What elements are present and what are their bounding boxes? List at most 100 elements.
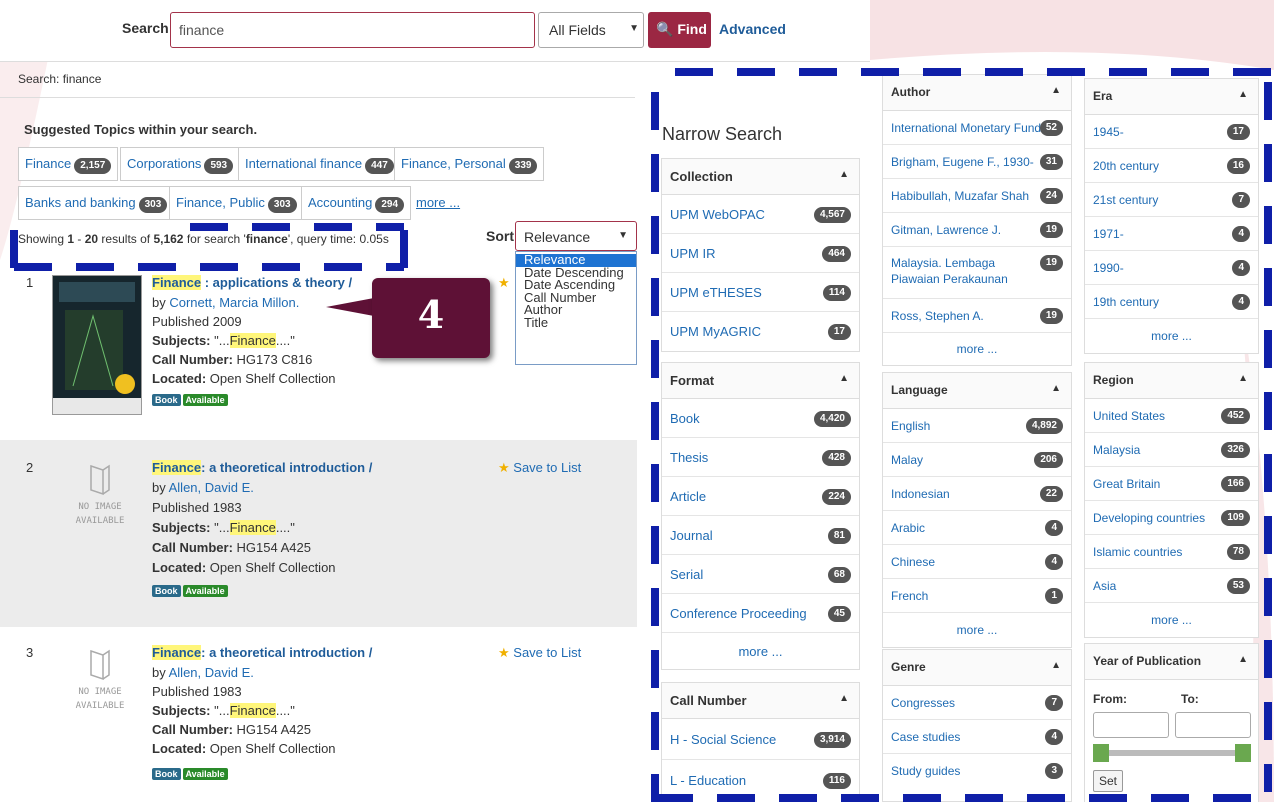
subjects-label: Subjects:	[152, 333, 211, 348]
facet-item[interactable]: 1990- 4	[1085, 251, 1258, 285]
result-title-link[interactable]: Finance : applications & theory /	[152, 275, 352, 290]
topic-chip[interactable]: Corporations 593	[120, 147, 241, 181]
result-title-link[interactable]: Finance: a theoretical introduction /	[152, 460, 372, 475]
facet-header[interactable]: Collection ▲	[662, 159, 859, 195]
facet-item[interactable]: Asia 53	[1085, 569, 1258, 603]
facet-item[interactable]: UPM eTHESES 114	[662, 273, 859, 312]
year-range-max-handle[interactable]	[1235, 744, 1251, 762]
facet-item[interactable]: 1945- 17	[1085, 115, 1258, 149]
facet-item[interactable]: Article 224	[662, 477, 859, 516]
year-to-input[interactable]	[1175, 712, 1251, 738]
author-link[interactable]: Cornett, Marcia Millon.	[169, 295, 299, 310]
sort-option[interactable]: Title	[516, 316, 636, 330]
facet-item[interactable]: 19th century 4	[1085, 285, 1258, 319]
facet-item[interactable]: 20th century 16	[1085, 149, 1258, 183]
facet-count: 428	[822, 450, 851, 466]
sort-select[interactable]: Relevance ▼	[515, 221, 637, 251]
facet-header[interactable]: Format ▲	[662, 363, 859, 399]
facet-header[interactable]: Language ▲	[883, 373, 1071, 409]
summary-query: finance	[245, 232, 288, 246]
facet-more-link[interactable]: more ...	[1085, 603, 1258, 637]
facet-item[interactable]: Case studies 4	[883, 720, 1071, 754]
facet-item[interactable]: Malaysia. Lembaga Piawaian Perakaunan 19	[883, 247, 1071, 299]
facet-item[interactable]: Study guides 3	[883, 754, 1071, 788]
facet-item[interactable]: Ross, Stephen A. 19	[883, 299, 1071, 333]
facet-count: 3,914	[813, 732, 851, 748]
set-year-button[interactable]: Set	[1093, 770, 1124, 792]
facet-count: 166	[1221, 476, 1250, 492]
facet-item[interactable]: UPM MyAGRIC 17	[662, 312, 859, 351]
topic-chip[interactable]: Banks and banking 303	[18, 186, 175, 220]
facet-more-link[interactable]: more ...	[883, 333, 1071, 365]
year-range-min-handle[interactable]	[1093, 744, 1109, 762]
facet-item[interactable]: Great Britain 166	[1085, 467, 1258, 501]
facet-item[interactable]: English 4,892	[883, 409, 1071, 443]
facet-item[interactable]: UPM IR 464	[662, 234, 859, 273]
year-from-input[interactable]	[1093, 712, 1169, 738]
save-to-list-button[interactable]: ★ Save to List	[498, 460, 581, 476]
facet-item[interactable]: Malaysia 326	[1085, 433, 1258, 467]
facet-item[interactable]: Thesis 428	[662, 438, 859, 477]
facet-item[interactable]: Chinese 4	[883, 545, 1071, 579]
subj-text: ...."	[275, 520, 295, 535]
facet-label: UPM MyAGRIC	[670, 324, 761, 339]
facet-item[interactable]: Habibullah, Muzafar Shah 24	[883, 179, 1071, 213]
advanced-search-link[interactable]: Advanced	[719, 21, 786, 37]
facet-header[interactable]: Era ▲	[1085, 79, 1258, 115]
topic-count: 294	[375, 197, 405, 213]
facet-item[interactable]: UPM WebOPAC 4,567	[662, 195, 859, 234]
facet-item[interactable]: Malay 206	[883, 443, 1071, 477]
facet-year: Year of Publication ▲ From: To: Set	[1084, 643, 1259, 802]
facet-item[interactable]: Journal 81	[662, 516, 859, 555]
topic-chip[interactable]: Accounting 294	[301, 186, 412, 220]
facet-label: 19th century	[1093, 295, 1160, 309]
facet-header[interactable]: Genre ▲	[883, 650, 1071, 686]
result-author: by Allen, David E.	[152, 480, 254, 495]
facet-item[interactable]: United States 452	[1085, 399, 1258, 433]
book-cover-image[interactable]	[52, 275, 142, 415]
facet-item[interactable]: H - Social Science 3,914	[662, 719, 859, 760]
find-button[interactable]: 🔍 Find	[648, 12, 711, 48]
facet-more-link[interactable]: more ...	[662, 633, 859, 669]
author-link[interactable]: Allen, David E.	[169, 480, 254, 495]
result-author: by Allen, David E.	[152, 665, 254, 680]
search-input[interactable]	[170, 12, 535, 48]
facet-title: Format	[670, 373, 715, 388]
facet-more-link[interactable]: more ...	[883, 613, 1071, 647]
star-icon[interactable]: ★	[498, 275, 510, 291]
summary-text: results of	[98, 232, 154, 246]
topic-chip[interactable]: Finance, Public 303	[169, 186, 304, 220]
facet-item[interactable]: Congresses 7	[883, 686, 1071, 720]
facet-item[interactable]: Indonesian 22	[883, 477, 1071, 511]
facet-header[interactable]: Call Number ▲	[662, 683, 859, 719]
facet-item[interactable]: Conference Proceeding 45	[662, 594, 859, 633]
facet-count: 1	[1045, 588, 1063, 604]
topic-chip[interactable]: Finance 2,157	[18, 147, 119, 181]
by-text: by	[152, 665, 169, 680]
facet-item[interactable]: French 1	[883, 579, 1071, 613]
facet-item[interactable]: Brigham, Eugene F., 1930- 31	[883, 145, 1071, 179]
facet-item[interactable]: Gitman, Lawrence J. 19	[883, 213, 1071, 247]
save-to-list-button[interactable]: ★ Save to List	[498, 645, 581, 661]
result-title-link[interactable]: Finance: a theoretical introduction /	[152, 645, 372, 660]
facet-item[interactable]: 1971- 4	[1085, 217, 1258, 251]
result-location: Located: Open Shelf Collection	[152, 560, 336, 575]
facet-item[interactable]: 21st century 7	[1085, 183, 1258, 217]
more-topics-link[interactable]: more ...	[416, 195, 460, 210]
topic-chip[interactable]: International finance 447	[238, 147, 401, 181]
facet-count: 68	[827, 567, 851, 583]
topic-chip[interactable]: Finance, Personal 339	[394, 147, 545, 181]
facet-header[interactable]: Region ▲	[1085, 363, 1258, 399]
facet-more-link[interactable]: more ...	[1085, 319, 1258, 353]
facet-item[interactable]: Serial 68	[662, 555, 859, 594]
facet-header[interactable]: Year of Publication ▲	[1085, 644, 1258, 680]
facet-item[interactable]: International Monetary Fund 52	[883, 111, 1071, 145]
facet-item[interactable]: Developing countries 109	[1085, 501, 1258, 535]
facet-item[interactable]: Arabic 4	[883, 511, 1071, 545]
loc-value: Open Shelf Collection	[206, 741, 336, 756]
facet-item[interactable]: Islamic countries 78	[1085, 535, 1258, 569]
facet-item[interactable]: Book 4,420	[662, 399, 859, 438]
search-field-select[interactable]: All Fields ▼	[538, 12, 644, 48]
author-link[interactable]: Allen, David E.	[169, 665, 254, 680]
facet-header[interactable]: Author ▲	[883, 75, 1071, 111]
